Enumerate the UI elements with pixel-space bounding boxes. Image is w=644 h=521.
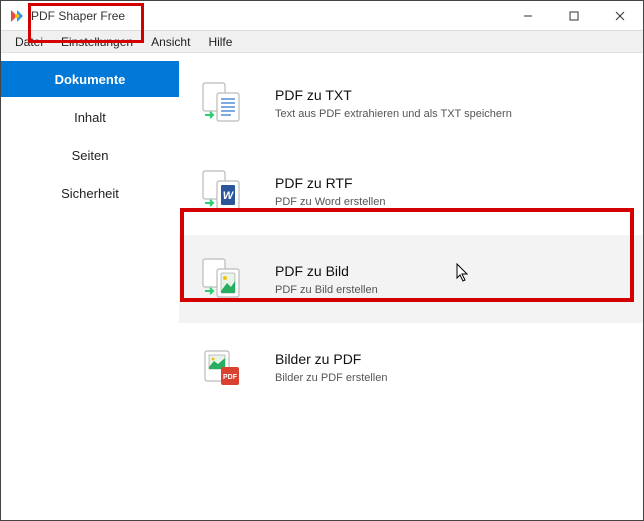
option-pdf-to-bild[interactable]: PDF zu Bild PDF zu Bild erstellen [179, 235, 643, 323]
menu-hilfe[interactable]: Hilfe [200, 33, 240, 51]
option-title: Bilder zu PDF [275, 351, 388, 367]
pdf-to-rtf-icon: W [199, 169, 247, 213]
option-pdf-to-rtf[interactable]: W PDF zu RTF PDF zu Word erstellen [179, 147, 643, 235]
option-title: PDF zu TXT [275, 87, 512, 103]
option-title: PDF zu Bild [275, 263, 378, 279]
sidebar-item-label: Seiten [72, 148, 109, 163]
option-desc: Bilder zu PDF erstellen [275, 372, 388, 384]
close-button[interactable] [597, 1, 643, 30]
main-panel: PDF zu TXT Text aus PDF extrahieren und … [179, 53, 643, 520]
pdf-to-txt-icon [199, 81, 247, 125]
sidebar-item-seiten[interactable]: Seiten [1, 137, 179, 173]
sidebar-item-label: Inhalt [74, 110, 106, 125]
images-to-pdf-icon: PDF [199, 345, 247, 389]
menu-datei[interactable]: Datei [7, 33, 51, 51]
minimize-button[interactable] [505, 1, 551, 30]
sidebar-item-sicherheit[interactable]: Sicherheit [1, 175, 179, 211]
titlebar: PDF Shaper Free [1, 1, 643, 31]
option-bilder-zu-pdf[interactable]: PDF Bilder zu PDF Bilder zu PDF erstelle… [179, 323, 643, 411]
pdf-to-image-icon [199, 257, 247, 301]
window-title: PDF Shaper Free [31, 9, 505, 23]
app-icon [9, 8, 25, 24]
option-title: PDF zu RTF [275, 175, 385, 191]
sidebar-item-label: Dokumente [55, 72, 126, 87]
sidebar-item-label: Sicherheit [61, 186, 119, 201]
sidebar-item-inhalt[interactable]: Inhalt [1, 99, 179, 135]
svg-text:W: W [223, 190, 235, 202]
sidebar-item-dokumente[interactable]: Dokumente [1, 61, 179, 97]
option-pdf-to-txt[interactable]: PDF zu TXT Text aus PDF extrahieren und … [179, 59, 643, 147]
window-controls [505, 1, 643, 30]
maximize-button[interactable] [551, 1, 597, 30]
menu-einstellungen[interactable]: Einstellungen [53, 33, 141, 51]
option-desc: PDF zu Bild erstellen [275, 284, 378, 296]
option-desc: PDF zu Word erstellen [275, 196, 385, 208]
option-desc: Text aus PDF extrahieren und als TXT spe… [275, 108, 512, 120]
svg-text:PDF: PDF [223, 374, 238, 381]
menu-ansicht[interactable]: Ansicht [143, 33, 198, 51]
menubar: Datei Einstellungen Ansicht Hilfe [1, 31, 643, 53]
sidebar: Dokumente Inhalt Seiten Sicherheit [1, 53, 179, 520]
